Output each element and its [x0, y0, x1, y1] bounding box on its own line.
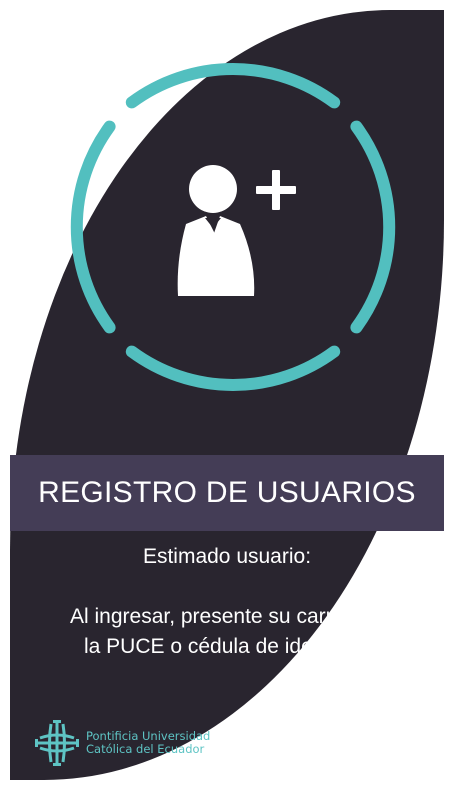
instruction-line-1: Al ingresar, presente su carnet de	[69, 605, 384, 628]
university-name-line-2: Católica del Ecuador	[86, 742, 205, 756]
add-user-icon	[177, 165, 296, 296]
title-banner: REGISTRO DE USUARIOS	[10, 455, 444, 531]
instruction-line-2: la PUCE o cédula de identidad	[83, 635, 371, 658]
university-logo: Pontificia Universidad Católica del Ecua…	[34, 718, 210, 768]
greeting-text: Estimado usuario:	[142, 545, 312, 568]
page-title: REGISTRO DE USUARIOS	[38, 476, 416, 509]
university-name: Pontificia Universidad Católica del Ecua…	[86, 730, 210, 756]
hero-graphic	[70, 62, 396, 392]
instruction-text: Al ingresar, presente su carnet de la PU…	[30, 602, 424, 662]
registration-screen: REGISTRO DE USUARIOS Estimado usuario: A…	[0, 0, 451, 787]
puce-cross-logo	[35, 720, 79, 766]
